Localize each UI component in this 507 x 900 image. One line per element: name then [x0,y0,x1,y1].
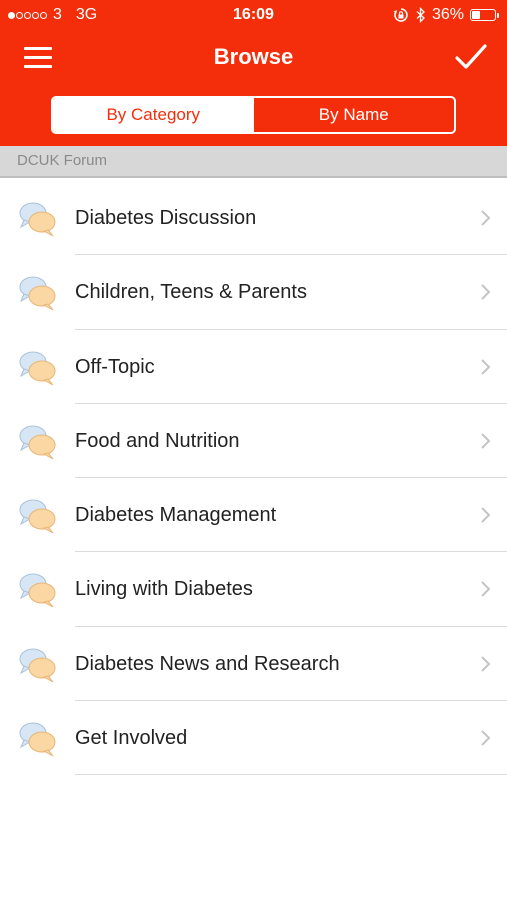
chevron-right-icon [481,507,491,523]
chevron-right-icon [481,284,491,301]
chat-bubbles-icon [19,648,56,683]
section-header: DCUK Forum [0,146,507,178]
chevron-right-icon [481,433,491,449]
segment-by-name[interactable]: By Name [254,98,455,132]
chevron-right-icon [481,730,491,746]
chat-bubbles-icon [19,425,56,460]
status-bar: 3 3G 16:09 36% [0,0,507,30]
forum-label: Off-Topic [75,355,155,378]
segmented-control: By Category By Name [51,96,456,134]
header: 3 3G 16:09 36% Browse By Category By Nam… [0,0,507,146]
forum-row[interactable]: Diabetes Management [0,478,507,553]
forum-label: Diabetes Management [75,504,277,527]
forum-row[interactable]: Off-Topic [0,330,507,404]
battery-level [472,11,480,19]
forum-row[interactable]: Get Involved [0,701,507,776]
rotation-lock-icon [393,8,408,22]
checkmark-icon[interactable] [454,42,488,72]
chat-bubbles-icon [19,276,56,311]
bluetooth-icon [416,7,425,23]
row-separator [75,774,507,776]
chevron-right-icon [481,581,491,598]
forum-label: Diabetes News and Research [75,652,340,675]
battery-percent: 36% [431,6,464,23]
status-right: 36% [387,6,499,24]
battery-icon [470,9,496,21]
forum-row[interactable]: Children, Teens & Parents [0,255,507,330]
chat-bubbles-icon [19,499,56,534]
forum-row[interactable]: Diabetes Discussion [0,181,507,256]
forum-row[interactable]: Food and Nutrition [0,404,507,479]
page-title: Browse [213,44,294,69]
chat-bubbles-icon [19,722,56,757]
forum-row[interactable]: Diabetes News and Research [0,627,507,702]
chat-bubbles-icon [19,573,56,608]
chat-bubbles-icon [19,351,56,386]
chevron-right-icon [481,210,491,226]
segment-by-category[interactable]: By Category [53,98,254,132]
forum-row[interactable]: Living with Diabetes [0,552,507,627]
forum-label: Get Involved [75,727,188,750]
forum-label: Living with Diabetes [75,578,253,601]
forum-label: Children, Teens & Parents [75,281,307,304]
chevron-right-icon [481,656,491,672]
forum-list: Diabetes Discussion Children, Teens & Pa… [0,181,507,776]
battery-tip [497,12,499,18]
chevron-right-icon [481,358,491,375]
chat-bubbles-icon [19,202,56,237]
forum-label: Diabetes Discussion [75,207,257,229]
forum-label: Food and Nutrition [75,429,240,452]
